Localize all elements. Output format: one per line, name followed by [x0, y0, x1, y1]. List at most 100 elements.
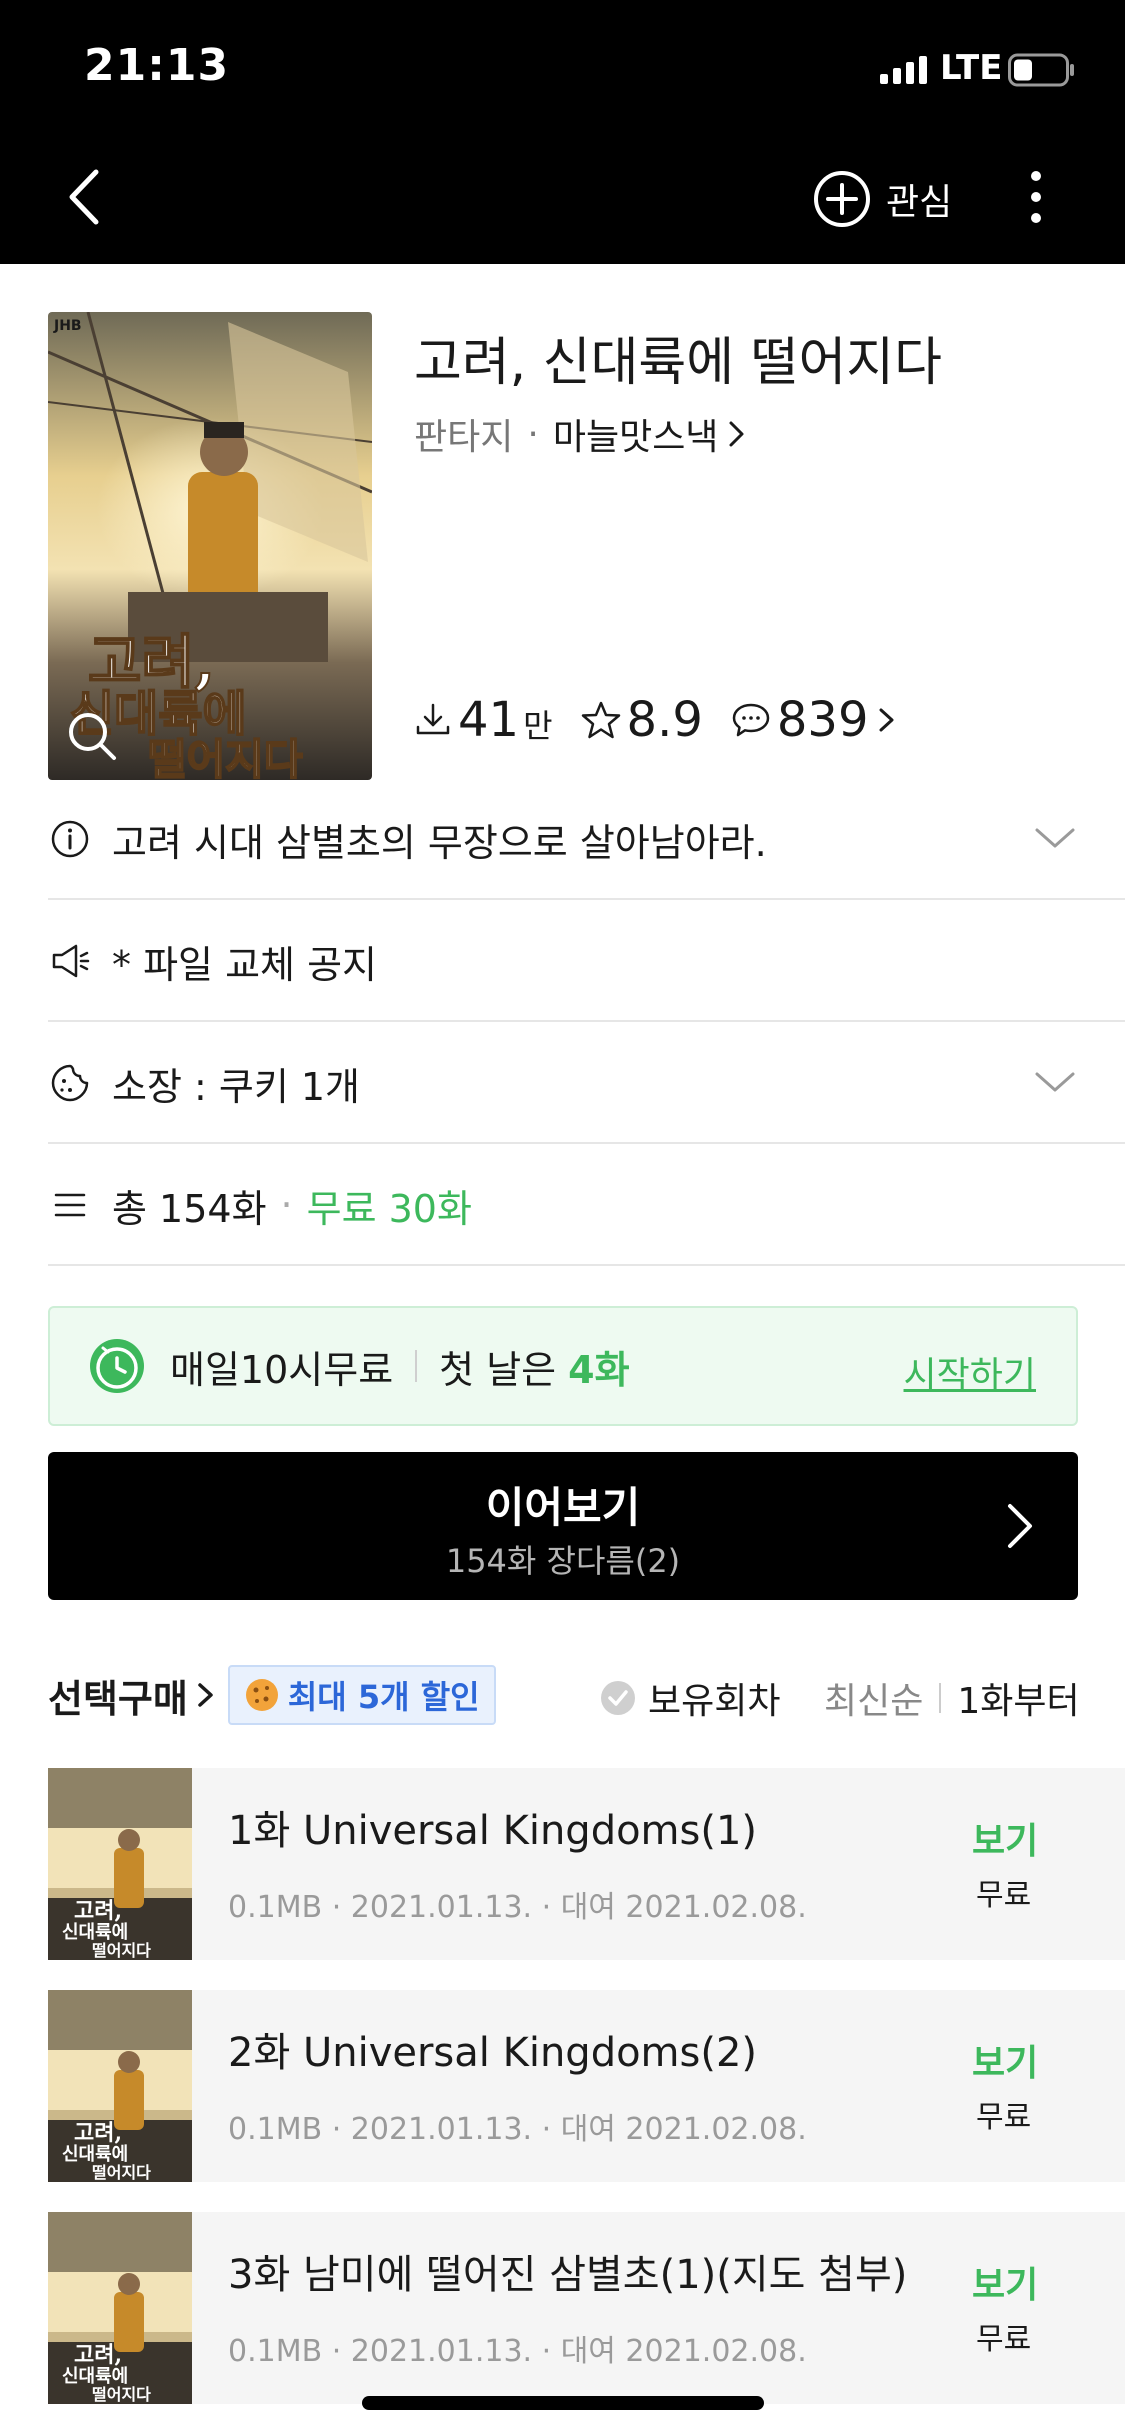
select-purchase-link[interactable]: 선택구매	[48, 1668, 188, 1723]
clock-icon	[90, 1339, 144, 1393]
thumb-title-3: 떨어지다	[92, 2385, 151, 2404]
episode-title: 1화 Universal Kingdoms(1)	[228, 1808, 758, 1854]
check-circle-icon	[601, 1681, 635, 1715]
chevron-right-icon	[1008, 1504, 1032, 1548]
cover-publisher: JHB	[53, 318, 82, 334]
comment-count: 839	[776, 692, 869, 748]
book-title: 고려, 신대륙에 떨어지다	[414, 333, 942, 393]
episode-price: 무료	[976, 2322, 1032, 2357]
thumb-title-3: 떨어지다	[92, 2163, 151, 2182]
signal-icon	[880, 56, 927, 84]
continue-title: 이어보기	[485, 1483, 641, 1532]
thumb-title-3: 떨어지다	[92, 1941, 151, 1960]
discount-text: 최대 5개 할인	[287, 1678, 480, 1716]
star-icon	[581, 701, 620, 739]
chevron-right-icon	[879, 708, 893, 732]
owned-row[interactable]: 소장 : 쿠키 1개	[48, 1024, 1125, 1144]
continue-reading-button[interactable]: 이어보기 154화 장다름(2)	[48, 1452, 1078, 1600]
summary-text: 고려 시대 삼별초의 무장으로 살아남아라.	[112, 820, 767, 865]
discount-badge[interactable]: 최대 5개 할인	[227, 1665, 496, 1725]
cookie-icon	[51, 1064, 89, 1102]
chevron-right-icon	[729, 421, 744, 447]
book-stats: 41 만 8.9 839	[414, 692, 933, 748]
summary-row[interactable]: 고려 시대 삼별초의 무장으로 살아남아라.	[48, 780, 1125, 900]
meta-separator: ·	[527, 413, 539, 455]
first-day-prefix: 첫 날은	[439, 1347, 557, 1392]
start-link[interactable]: 시작하기	[904, 1346, 1036, 1398]
episode-title: 2화 Universal Kingdoms(2)	[228, 2030, 758, 2076]
view-button[interactable]: 보기	[972, 1812, 1038, 1864]
episode-row[interactable]: 고려, 신대륙에 떨어지다 1화 Universal Kingdoms(1) 0…	[48, 1768, 1125, 1960]
download-unit: 만	[523, 707, 553, 745]
book-meta: 판타지 · 마늘맛스낵	[414, 408, 748, 460]
first-day-value: 4화	[568, 1347, 630, 1392]
sort-divider	[939, 1683, 942, 1713]
book-cover[interactable]: 고려, 신대륙에 떨어지다 JHB	[48, 312, 372, 780]
episode-row[interactable]: 고려, 신대륙에 떨어지다 2화 Universal Kingdoms(2) 0…	[48, 1990, 1125, 2182]
owned-filter-label: 보유회차	[648, 1681, 781, 1722]
daily-free-banner: 매일10시무료 첫 날은 4화 시작하기	[48, 1306, 1078, 1426]
info-icon	[51, 820, 89, 858]
download-value: 41	[458, 692, 520, 748]
network-label: LTE	[940, 48, 1003, 88]
episode-thumbnail: 고려, 신대륙에 떨어지다	[48, 1768, 192, 1960]
favorite-label: 관심	[886, 182, 953, 223]
thumb-title-2: 신대륙에	[62, 2366, 128, 2387]
episode-list-header: 선택구매 최대 5개 할인 보유회차 최신순 1화부터	[48, 1660, 1080, 1730]
episode-price: 무료	[976, 2100, 1032, 2135]
plus-circle-icon	[814, 171, 870, 227]
status-bar: 21:13 LTE	[0, 0, 1125, 132]
thumb-title-1: 고려,	[74, 2120, 122, 2146]
continue-subtitle: 154화 장다름(2)	[445, 1542, 681, 1580]
episode-count-row: 총 154화 · 무료 30화	[48, 1146, 1125, 1266]
episode-info: 0.1MB · 2021.01.13. · 대여 2021.02.08.	[228, 2334, 807, 2369]
back-icon[interactable]	[56, 162, 116, 232]
episode-price: 무료	[976, 1878, 1032, 1913]
episode-info: 0.1MB · 2021.01.13. · 대여 2021.02.08.	[228, 2112, 807, 2147]
comment-icon	[732, 703, 770, 737]
list-icon	[54, 1193, 86, 1217]
episode-title: 3화 남미에 떨어진 삼별초(1)(지도 첨부)	[228, 2252, 908, 2298]
notice-text: * 파일 교체 공지	[112, 942, 377, 987]
battery-icon	[1008, 53, 1074, 87]
count-separator: ·	[280, 1183, 293, 1227]
comments-link[interactable]: 839	[731, 692, 905, 748]
daily-free-label: 매일10시무료	[170, 1347, 394, 1392]
total-episodes: 총 154화	[112, 1186, 267, 1231]
zoom-icon[interactable]	[62, 706, 122, 766]
chevron-down-icon[interactable]	[1033, 816, 1077, 860]
episode-info: 0.1MB · 2021.01.13. · 대여 2021.02.08.	[228, 1890, 807, 1925]
author-link[interactable]: 마늘맛스낵	[553, 408, 719, 460]
favorite-button[interactable]: 관심	[812, 164, 952, 234]
thumb-title-1: 고려,	[74, 2342, 122, 2368]
status-time: 21:13	[84, 40, 230, 91]
more-icon[interactable]	[1016, 162, 1056, 232]
rating: 8.9	[581, 692, 703, 748]
thumb-title-2: 신대륙에	[62, 2144, 128, 2165]
promo-divider	[415, 1350, 418, 1382]
episode-row[interactable]: 고려, 신대륙에 떨어지다 3화 남미에 떨어진 삼별초(1)(지도 첨부) 0…	[48, 2212, 1125, 2404]
owned-filter[interactable]: 보유회차	[600, 1672, 780, 1724]
cookie-icon	[245, 1679, 278, 1711]
episode-thumbnail: 고려, 신대륙에 떨어지다	[48, 2212, 192, 2404]
chevron-right-icon	[198, 1683, 213, 1707]
sort-options: 최신순 1화부터	[824, 1672, 1080, 1724]
view-button[interactable]: 보기	[972, 2034, 1038, 2086]
download-count: 41 만	[414, 692, 553, 748]
owned-text: 소장 : 쿠키 1개	[112, 1064, 361, 1109]
sort-latest[interactable]: 최신순	[824, 1672, 923, 1724]
cover-title-3: 떨어지다	[148, 735, 303, 780]
view-button[interactable]: 보기	[972, 2256, 1038, 2308]
top-nav: 관심	[0, 132, 1125, 264]
notice-row[interactable]: * 파일 교체 공지	[48, 902, 1125, 1022]
home-indicator[interactable]	[362, 2396, 764, 2410]
sort-first[interactable]: 1화부터	[957, 1672, 1079, 1724]
chevron-down-icon[interactable]	[1033, 1060, 1077, 1104]
free-episodes: 무료 30화	[306, 1186, 472, 1231]
rating-value: 8.9	[626, 692, 703, 748]
megaphone-icon	[52, 944, 90, 978]
thumb-title-1: 고려,	[74, 1898, 122, 1924]
genre-label: 판타지	[414, 417, 514, 458]
thumb-title-2: 신대륙에	[62, 1922, 128, 1943]
episode-thumbnail: 고려, 신대륙에 떨어지다	[48, 1990, 192, 2182]
